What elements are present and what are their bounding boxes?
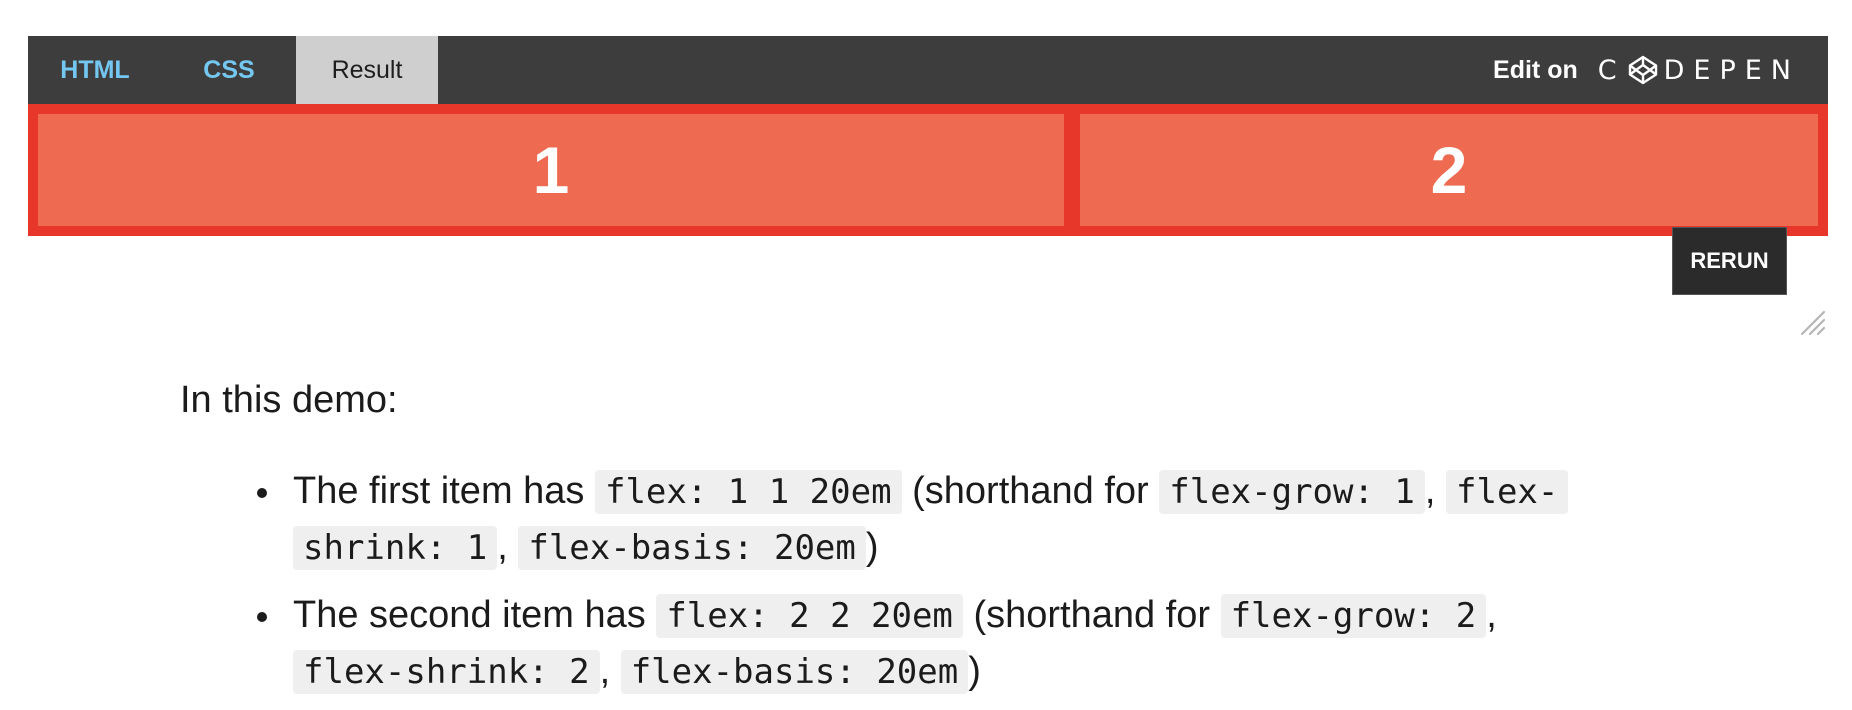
code-snippet: flex-shrink: 2 <box>293 650 600 694</box>
code-snippet: flex- <box>1446 470 1569 514</box>
codepen-logo: C DEPEN <box>1598 55 1800 86</box>
code-snippet: shrink: 1 <box>293 526 498 570</box>
tab-result-label: Result <box>331 55 403 84</box>
item-text: ) <box>865 526 879 568</box>
code-snippet: flex-grow: 1 <box>1159 470 1425 514</box>
flex-item-1: 1 <box>38 114 1064 226</box>
article-text: In this demo: The first item has flex: 1… <box>180 372 1680 700</box>
list-item: The second item has flex: 2 2 20em (shor… <box>180 588 1680 700</box>
flex-demo-list: The first item has flex: 1 1 20em (short… <box>180 464 1680 700</box>
flex-item-2: 2 <box>1080 114 1818 226</box>
separator: , <box>497 526 519 568</box>
list-item: The first item has flex: 1 1 20em (short… <box>180 464 1680 576</box>
logo-letter-c: C <box>1597 54 1626 86</box>
separator: , <box>1424 470 1447 512</box>
bullet-dot <box>257 488 267 498</box>
code-snippet: flex-basis: 20em <box>620 650 969 694</box>
code-snippet: flex: 2 2 20em <box>656 594 963 638</box>
item-text: The first item has <box>293 470 595 512</box>
code-snippet: flex-grow: 2 <box>1220 594 1487 638</box>
result-frame: 1 2 <box>28 104 1828 236</box>
resize-handle-icon[interactable] <box>1798 308 1826 336</box>
code-snippet: flex-basis: 20em <box>518 526 866 570</box>
tab-bar: HTML CSS Result <box>28 36 438 120</box>
separator: , <box>1486 594 1497 636</box>
tab-css[interactable]: CSS <box>162 36 296 104</box>
tab-result[interactable]: Result <box>296 36 438 120</box>
item-text: (shorthand for <box>962 594 1221 636</box>
rerun-button[interactable]: RERUN <box>1672 227 1787 295</box>
codepen-embed: HTML CSS Result Edit on C DEPEN 1 2 <box>28 36 1828 236</box>
embed-header: HTML CSS Result Edit on C DEPEN <box>28 36 1828 120</box>
separator: , <box>599 650 621 692</box>
intro-paragraph: In this demo: <box>180 379 398 421</box>
item-text: The second item has <box>293 594 657 636</box>
tab-html[interactable]: HTML <box>28 36 162 104</box>
bullet-dot <box>257 612 267 622</box>
item-text: ) <box>968 650 981 692</box>
edit-on-codepen-link[interactable]: Edit on C DEPEN <box>1493 36 1800 104</box>
codepen-logo-icon <box>1628 55 1657 85</box>
code-snippet: flex: 1 1 20em <box>594 470 902 514</box>
edit-on-label: Edit on <box>1493 55 1578 84</box>
item-text: (shorthand for <box>901 470 1160 512</box>
logo-letters-depen: DEPEN <box>1663 54 1800 86</box>
